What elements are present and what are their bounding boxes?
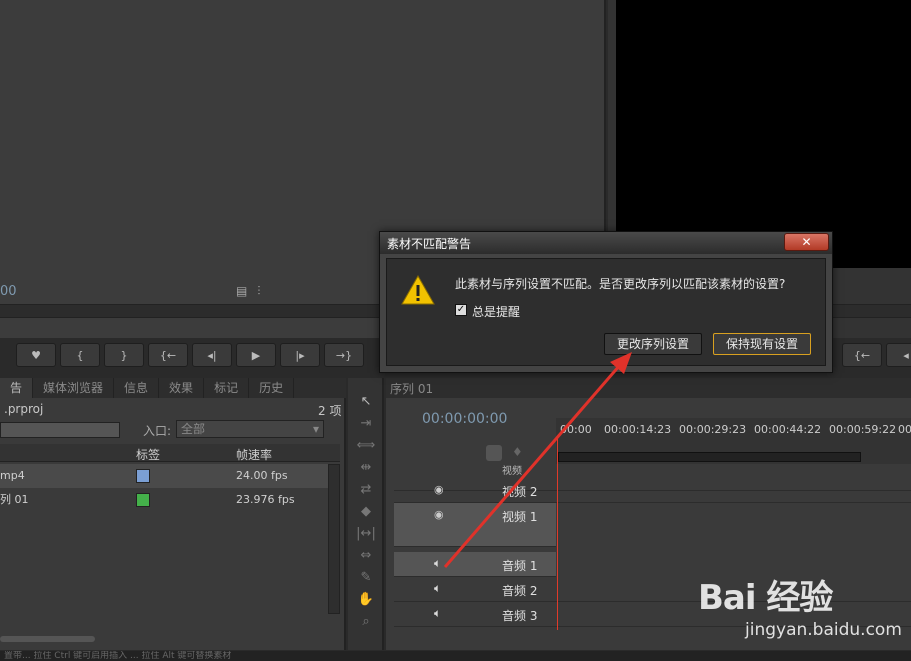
track-label: 音频 3 [502, 609, 538, 623]
tab-media-browser[interactable]: 媒体浏览器 [33, 378, 115, 398]
baidu-jingyan-logo: Bai 经验 [698, 578, 833, 618]
slide-icon[interactable]: ⇔ [356, 548, 376, 566]
ruler-tick-label: 00:00:59:22 [829, 423, 897, 436]
column-label[interactable]: 标签 [136, 446, 160, 464]
speaker-icon[interactable]: 🔈︎ [434, 556, 441, 571]
program-transport: {← ◂ [842, 343, 911, 371]
column-header-row [0, 444, 340, 462]
goto-in-button[interactable]: {← [148, 343, 188, 367]
hand-icon[interactable]: ✋ [356, 592, 376, 610]
inpoint-label: 入口: [143, 424, 172, 438]
mark-in-button[interactable]: { [60, 343, 100, 367]
rate-stretch-icon[interactable]: ⇄ [356, 482, 376, 500]
work-area-bar[interactable] [558, 452, 861, 462]
label-color-swatch [136, 469, 150, 483]
step-back-button[interactable]: ◂| [192, 343, 232, 367]
table-row[interactable]: 列 01 23.976 fps [0, 488, 328, 512]
play-button[interactable]: ▶ [236, 343, 276, 367]
speaker-icon[interactable]: 🔈︎ [434, 606, 441, 621]
timeline-timecode[interactable]: 00:00:00:00 [422, 411, 507, 427]
add-marker-button[interactable]: ♥ [16, 343, 56, 367]
status-bar: 置带... 拉住 Ctrl 键可启用插入 ... 拉住 Alt 键可替换素材 [0, 651, 911, 661]
eye-icon[interactable]: ◉ [434, 483, 444, 496]
watermark-url: jingyan.baidu.com [745, 620, 902, 640]
item-count: 2 项 [318, 404, 342, 418]
waveform-icon[interactable]: ⫶ [257, 284, 270, 298]
snap-icon[interactable] [486, 445, 502, 461]
ruler-tick-label: 00 [898, 423, 911, 436]
source-transport: ♥ { } {← ◂| ▶ |▸ →} [16, 343, 364, 371]
always-remind-checkbox[interactable]: ✓ [455, 304, 467, 316]
playhead[interactable] [557, 438, 558, 630]
rolling-edit-icon[interactable]: ⇹ [356, 460, 376, 478]
change-sequence-button[interactable]: 更改序列设置 [604, 333, 702, 355]
keep-settings-button[interactable]: 保持现有设置 [713, 333, 811, 355]
tab-markers[interactable]: 标记 [204, 378, 250, 398]
dialog-message: 此素材与序列设置不匹配。是否更改序列以匹配该素材的设置? [455, 277, 786, 291]
razor-icon[interactable]: ◆ [356, 504, 376, 522]
project-file-name: .prproj [4, 402, 44, 416]
speaker-icon[interactable]: 🔈︎ [434, 581, 441, 596]
program-goto-in-button[interactable]: {← [842, 343, 882, 367]
item-fps: 24.00 fps [236, 469, 288, 482]
selection-tool-icon[interactable]: ↖ [356, 394, 376, 412]
ruler-tick-label: 00:00:14:23 [604, 423, 672, 436]
tab-info[interactable]: 信息 [114, 378, 160, 398]
project-panel: 告 媒体浏览器 信息 效果 标记 历史 .prproj 2 项 入口: 全部 ▾… [0, 378, 346, 650]
zoom-slider[interactable] [0, 636, 95, 642]
track-label: 视频 1 [502, 510, 538, 524]
track-select-icon[interactable]: ⇥ [356, 416, 376, 434]
mark-out-button[interactable]: } [104, 343, 144, 367]
ruler-tick-label: 00:00:29:23 [679, 423, 747, 436]
eye-icon[interactable]: ◉ [434, 508, 444, 521]
search-input[interactable] [0, 422, 120, 438]
video-track-2[interactable] [394, 478, 911, 503]
timeline-tab-bar [386, 378, 911, 398]
program-step-back-button[interactable]: ◂ [886, 343, 911, 367]
step-forward-button[interactable]: |▸ [280, 343, 320, 367]
close-button[interactable]: ✕ [784, 233, 829, 251]
tab-project[interactable]: 告 [0, 378, 34, 398]
track-label: 视频 [502, 466, 522, 477]
ripple-edit-icon[interactable]: ⟺ [356, 438, 376, 456]
tab-sequence[interactable]: 序列 01 [390, 380, 433, 398]
inpoint-select-value: 全部 [181, 422, 206, 436]
pen-icon[interactable]: ✎ [356, 570, 376, 588]
audio-track-2[interactable] [394, 577, 911, 602]
program-video-frame [616, 0, 911, 268]
track-label: 视频 2 [502, 485, 538, 499]
tab-effects[interactable]: 效果 [159, 378, 205, 398]
marker-icon[interactable]: ♦ [512, 445, 526, 459]
inpoint-select[interactable]: 全部 ▾ [176, 420, 324, 438]
source-icons: ▤⫶ [236, 284, 270, 299]
column-fps[interactable]: 帧速率 [236, 446, 272, 464]
checkbox-label: 总是提醒 [472, 305, 521, 319]
track-label: 音频 1 [502, 559, 538, 573]
chevron-down-icon: ▾ [312, 422, 319, 436]
table-row[interactable]: mp4 24.00 fps [0, 464, 328, 488]
warning-icon [401, 274, 435, 305]
ruler-tick-label: 00:00:44:22 [754, 423, 822, 436]
item-name: mp4 [0, 469, 25, 482]
slip-icon[interactable]: |↔| [356, 526, 376, 544]
track-label: 音频 2 [502, 584, 538, 598]
film-icon[interactable]: ▤ [236, 284, 257, 298]
ruler-tick-label: 00:00 [560, 423, 592, 436]
tools-panel: ↖ ⇥ ⟺ ⇹ ⇄ ◆ |↔| ⇔ ✎ ✋ ⌕ [348, 378, 384, 650]
item-name: 列 01 [0, 493, 29, 506]
item-fps: 23.976 fps [236, 493, 295, 506]
dialog-titlebar[interactable]: 素材不匹配警告 ✕ [380, 232, 832, 254]
program-scrubber[interactable] [832, 304, 911, 318]
close-icon: ✕ [801, 235, 812, 249]
label-color-swatch [136, 493, 150, 507]
zoom-icon[interactable]: ⌕ [356, 614, 376, 632]
source-timecode: 00 [0, 284, 17, 299]
tab-history[interactable]: 历史 [249, 378, 295, 398]
goto-out-button[interactable]: →} [324, 343, 364, 367]
project-tabs: 告 媒体浏览器 信息 效果 标记 历史 [0, 378, 346, 398]
project-scrollbar[interactable] [328, 464, 340, 614]
dialog-title: 素材不匹配警告 [387, 237, 472, 251]
